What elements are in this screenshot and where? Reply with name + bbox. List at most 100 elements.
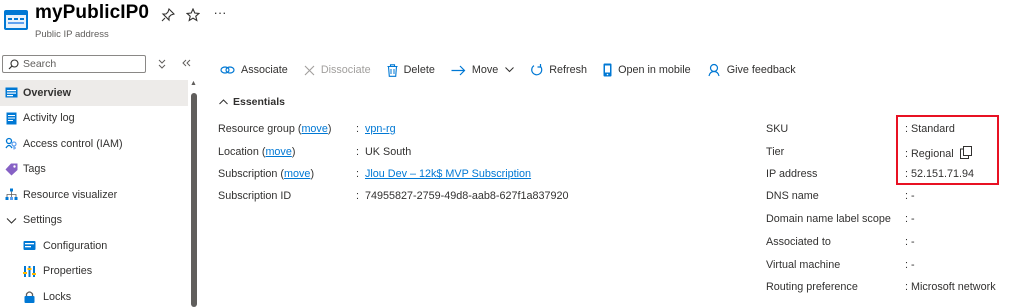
- public-ip-icon: [4, 10, 28, 30]
- dns-name-label: DNS name: [766, 190, 819, 202]
- dns-name-value: : -: [905, 190, 915, 202]
- virtual-machine-label: Virtual machine: [766, 259, 841, 271]
- collapse-sidebar-icon[interactable]: [182, 59, 191, 67]
- delete-button[interactable]: Delete: [387, 58, 435, 82]
- resource-group-value: : vpn-rg: [356, 123, 396, 135]
- sidebar-nav: Overview Activity log Access control (IA…: [0, 80, 188, 307]
- chevron-up-icon: [219, 99, 228, 105]
- sidebar-item-label: Configuration: [43, 239, 108, 252]
- associated-to-value: : -: [905, 236, 915, 248]
- arrow-right-icon: [451, 65, 466, 75]
- delete-label: Delete: [403, 64, 435, 76]
- refresh-label: Refresh: [549, 64, 588, 76]
- sidebar-item-configuration[interactable]: Configuration: [0, 233, 188, 259]
- essentials-toggle[interactable]: Essentials: [219, 96, 285, 108]
- sidebar-scrollbar[interactable]: [191, 93, 197, 307]
- properties-icon: [23, 265, 36, 277]
- domain-label-scope-value: : -: [905, 213, 915, 225]
- iam-icon: [5, 137, 17, 150]
- star-icon[interactable]: [186, 8, 200, 22]
- dissociate-label: Dissociate: [320, 64, 371, 76]
- associate-button[interactable]: Associate: [220, 58, 288, 82]
- location-key: Location: [218, 146, 259, 158]
- resource-group-key: Resource group: [218, 123, 295, 135]
- move-button[interactable]: Move: [451, 58, 515, 82]
- page-subtitle: Public IP address: [35, 29, 109, 40]
- sidebar-item-locks[interactable]: Locks: [0, 284, 188, 307]
- domain-label-scope-label: Domain name label scope: [766, 213, 891, 225]
- routing-preference-label: Routing preference: [766, 281, 858, 293]
- sidebar-item-tags[interactable]: Tags: [0, 157, 188, 183]
- move-subscription-link[interactable]: move: [284, 168, 310, 180]
- ip-address-label: IP address: [766, 168, 818, 180]
- search-input[interactable]: [23, 57, 141, 71]
- overview-icon: [5, 87, 18, 98]
- sidebar-item-label: Access control (IAM): [23, 137, 123, 150]
- tier-label: Tier: [766, 146, 785, 158]
- tag-icon: [5, 163, 18, 175]
- associate-label: Associate: [241, 64, 288, 76]
- associated-to-text: -: [911, 236, 915, 248]
- lock-icon: [24, 291, 35, 303]
- sidebar-item-activity-log[interactable]: Activity log: [0, 106, 188, 132]
- expand-collapse-icon[interactable]: [158, 59, 166, 69]
- essentials-title: Essentials: [233, 96, 285, 108]
- subscription-id-label: Subscription ID: [218, 190, 292, 202]
- sidebar: Overview Activity log Access control (IA…: [0, 50, 200, 307]
- give-feedback-label: Give feedback: [726, 64, 796, 76]
- dissociate-button[interactable]: Dissociate: [304, 58, 371, 82]
- search-box[interactable]: [2, 55, 146, 73]
- refresh-icon: [531, 63, 543, 75]
- more-options-icon[interactable]: ···: [210, 6, 230, 20]
- open-in-mobile-label: Open in mobile: [618, 64, 691, 76]
- pin-icon[interactable]: [161, 8, 175, 22]
- page-title: myPublicIP0: [35, 2, 150, 23]
- resource-group-label: Resource group (move): [218, 123, 332, 135]
- sidebar-item-label: Locks: [43, 290, 72, 303]
- virtual-machine-value: : -: [905, 259, 915, 271]
- sidebar-item-resource-visualizer[interactable]: Resource visualizer: [0, 182, 188, 208]
- associated-to-label: Associated to: [766, 236, 831, 248]
- activity-log-icon: [6, 112, 17, 124]
- sidebar-item-label: Activity log: [23, 112, 75, 125]
- sidebar-group-settings[interactable]: Settings: [0, 208, 188, 234]
- give-feedback-button[interactable]: Give feedback: [707, 58, 796, 82]
- mobile-icon: [603, 63, 612, 77]
- move-resource-group-link[interactable]: move: [301, 123, 327, 135]
- sidebar-group-label: Settings: [23, 214, 63, 227]
- subscription-label: Subscription (move): [218, 168, 315, 180]
- dns-name-text: -: [911, 190, 915, 202]
- chevron-down-icon: [6, 217, 17, 224]
- location-value: : UK South: [356, 146, 412, 158]
- subscription-id-text: 74955827-2759-49d8-aab8-627f1a837920: [365, 190, 569, 202]
- virtual-machine-text: -: [911, 259, 915, 271]
- page-header: myPublicIP0 Public IP address ···: [0, 0, 1024, 48]
- sidebar-item-label: Resource visualizer: [23, 188, 118, 201]
- sku-label: SKU: [766, 123, 789, 135]
- feedback-icon: [708, 63, 720, 77]
- annotation-highlight-box: [896, 115, 999, 185]
- routing-preference-value: : Microsoft network: [905, 281, 996, 293]
- sidebar-item-access-control[interactable]: Access control (IAM): [0, 131, 188, 157]
- subscription-key: Subscription: [218, 168, 278, 180]
- sidebar-item-label: Overview: [23, 86, 72, 99]
- resource-group-link[interactable]: vpn-rg: [365, 123, 396, 135]
- search-icon: [8, 59, 19, 70]
- sidebar-item-label: Tags: [23, 163, 46, 176]
- subscription-value: : Jlou Dev – 12k$ MVP Subscription: [356, 168, 532, 180]
- domain-label-scope-text: -: [911, 213, 915, 225]
- configuration-icon: [23, 241, 36, 250]
- open-in-mobile-button[interactable]: Open in mobile: [603, 58, 691, 82]
- scroll-up-arrow-icon[interactable]: ▲: [190, 80, 197, 87]
- refresh-button[interactable]: Refresh: [530, 58, 587, 82]
- move-label: Move: [471, 64, 499, 76]
- trash-icon: [387, 63, 398, 77]
- sidebar-item-properties[interactable]: Properties: [0, 259, 188, 285]
- routing-preference-text: Microsoft network: [911, 281, 996, 293]
- subscription-link[interactable]: Jlou Dev – 12k$ MVP Subscription: [365, 168, 531, 180]
- location-text: UK South: [365, 146, 412, 158]
- link-icon: [220, 66, 235, 74]
- sidebar-item-label: Properties: [43, 265, 93, 278]
- sidebar-item-overview[interactable]: Overview: [0, 80, 188, 106]
- move-location-link[interactable]: move: [265, 146, 291, 158]
